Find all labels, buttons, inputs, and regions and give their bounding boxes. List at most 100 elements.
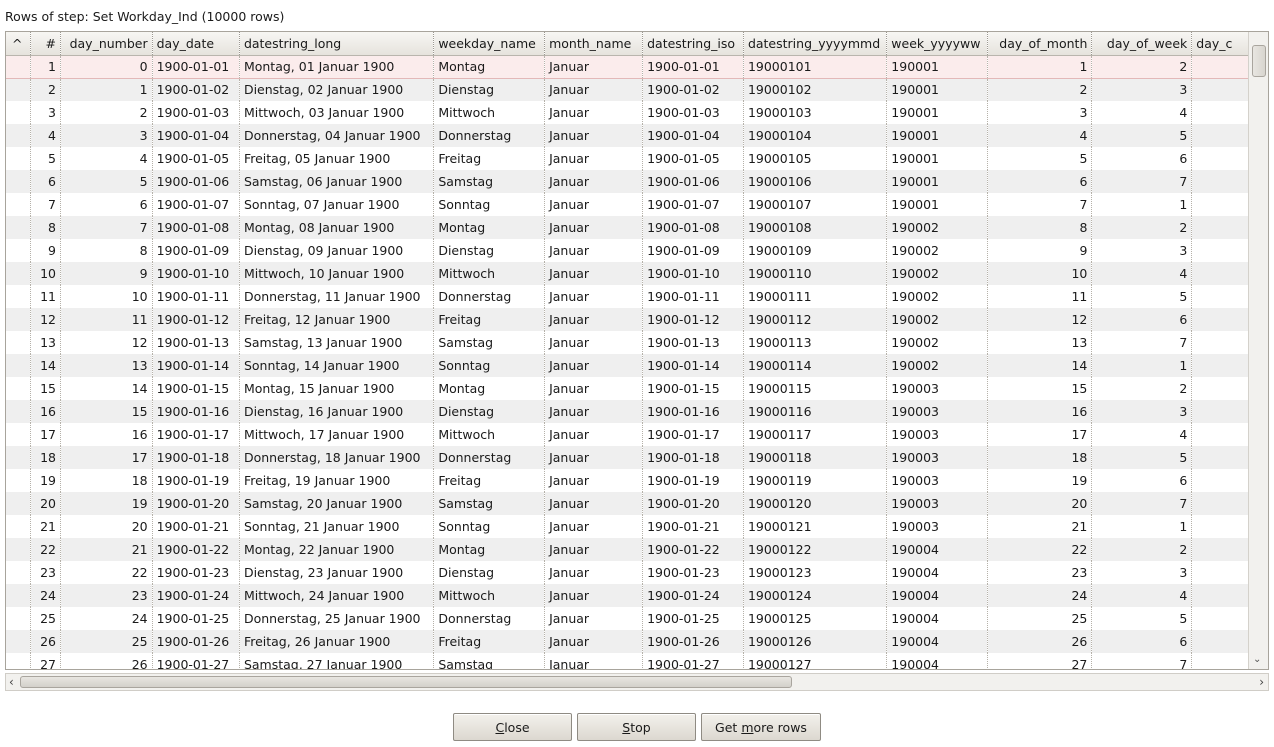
cell-datestring-long[interactable]: Dienstag, 16 Januar 1900 xyxy=(239,400,435,423)
row-gutter[interactable] xyxy=(6,561,32,584)
cell-day-of-month[interactable]: 20 xyxy=(987,492,1093,515)
cell-weekday-name[interactable]: Montag xyxy=(433,377,546,400)
cell-datestring-yyyymmdd[interactable]: 19000125 xyxy=(743,607,888,630)
cell-datestring-long[interactable]: Donnerstag, 11 Januar 1900 xyxy=(239,285,435,308)
cell-datestring-yyyymmdd[interactable]: 19000112 xyxy=(743,308,888,331)
cell-datestring-long[interactable]: Sonntag, 14 Januar 1900 xyxy=(239,354,435,377)
column-header-day-number[interactable]: day_number xyxy=(60,32,153,56)
column-header-day-of-month[interactable]: day_of_month xyxy=(987,32,1093,56)
cell-rownum[interactable]: 18 xyxy=(30,446,61,469)
cell-datestring-iso[interactable]: 1900-01-22 xyxy=(642,538,744,561)
column-header-rownum[interactable]: # xyxy=(30,32,61,56)
cell-datestring-yyyymmdd[interactable]: 19000120 xyxy=(743,492,888,515)
cell-week-yyyyww[interactable]: 190003 xyxy=(886,469,989,492)
cell-day-of-month[interactable]: 9 xyxy=(987,239,1093,262)
cell-day-date[interactable]: 1900-01-26 xyxy=(152,630,240,653)
cell-datestring-yyyymmdd[interactable]: 19000123 xyxy=(743,561,888,584)
cell-month-name[interactable]: Januar xyxy=(544,54,644,79)
cell-day-of-month[interactable]: 5 xyxy=(987,147,1093,170)
cell-datestring-long[interactable]: Montag, 22 Januar 1900 xyxy=(239,538,435,561)
cell-week-yyyyww[interactable]: 190003 xyxy=(886,400,989,423)
cell-day-of-year[interactable] xyxy=(1191,446,1249,469)
table-row[interactable]: 5 4 1900-01-05 Freitag, 05 Januar 1900 Freit… xyxy=(6,147,1249,170)
cell-day-of-week[interactable]: 7 xyxy=(1091,331,1193,354)
cell-datestring-yyyymmdd[interactable]: 19000101 xyxy=(743,54,888,79)
cell-day-of-month[interactable]: 4 xyxy=(987,124,1093,147)
cell-day-of-month[interactable]: 22 xyxy=(987,538,1093,561)
cell-day-of-year[interactable] xyxy=(1191,239,1249,262)
cell-day-date[interactable]: 1900-01-18 xyxy=(152,446,240,469)
row-gutter[interactable] xyxy=(6,400,32,423)
cell-week-yyyyww[interactable]: 190004 xyxy=(886,607,989,630)
cell-rownum[interactable]: 23 xyxy=(30,561,61,584)
chevron-up-icon[interactable]: ^ xyxy=(12,36,22,51)
table-row[interactable]: 8 7 1900-01-08 Montag, 08 Januar 1900 Montag… xyxy=(6,216,1249,239)
cell-day-date[interactable]: 1900-01-27 xyxy=(152,653,240,669)
cell-day-of-week[interactable]: 3 xyxy=(1091,239,1193,262)
cell-day-number[interactable]: 14 xyxy=(60,377,153,400)
get-more-rows-button[interactable]: Get more rows xyxy=(701,713,821,741)
cell-day-of-week[interactable]: 4 xyxy=(1091,584,1193,607)
cell-datestring-long[interactable]: Donnerstag, 18 Januar 1900 xyxy=(239,446,435,469)
cell-week-yyyyww[interactable]: 190004 xyxy=(886,653,989,669)
row-gutter[interactable] xyxy=(6,331,32,354)
cell-weekday-name[interactable]: Montag xyxy=(433,54,546,79)
cell-month-name[interactable]: Januar xyxy=(544,331,644,354)
cell-day-of-month[interactable]: 14 xyxy=(987,354,1093,377)
cell-day-of-month[interactable]: 1 xyxy=(987,54,1093,79)
cell-day-date[interactable]: 1900-01-16 xyxy=(152,400,240,423)
cell-datestring-iso[interactable]: 1900-01-06 xyxy=(642,170,744,193)
cell-datestring-iso[interactable]: 1900-01-23 xyxy=(642,561,744,584)
cell-week-yyyyww[interactable]: 190003 xyxy=(886,423,989,446)
cell-day-of-year[interactable] xyxy=(1191,607,1249,630)
data-grid[interactable]: ^ # day_number day_date datestring_long … xyxy=(5,31,1269,670)
cell-datestring-long[interactable]: Montag, 01 Januar 1900 xyxy=(239,54,435,79)
table-row[interactable]: 11 10 1900-01-11 Donnerstag, 11 Januar 1900… xyxy=(6,285,1249,308)
cell-day-date[interactable]: 1900-01-25 xyxy=(152,607,240,630)
table-row[interactable]: 24 23 1900-01-24 Mittwoch, 24 Januar 1900 Mi… xyxy=(6,584,1249,607)
cell-week-yyyyww[interactable]: 190004 xyxy=(886,561,989,584)
cell-day-of-week[interactable]: 4 xyxy=(1091,423,1193,446)
cell-day-number[interactable]: 23 xyxy=(60,584,153,607)
cell-day-of-month[interactable]: 10 xyxy=(987,262,1093,285)
cell-day-number[interactable]: 24 xyxy=(60,607,153,630)
cell-day-number[interactable]: 5 xyxy=(60,170,153,193)
row-gutter[interactable] xyxy=(6,538,32,561)
cell-rownum[interactable]: 9 xyxy=(30,239,61,262)
cell-day-date[interactable]: 1900-01-14 xyxy=(152,354,240,377)
cell-rownum[interactable]: 27 xyxy=(30,653,61,669)
cell-rownum[interactable]: 1 xyxy=(30,54,61,79)
table-row[interactable]: 14 13 1900-01-14 Sonntag, 14 Januar 1900 Son… xyxy=(6,354,1249,377)
horizontal-scrollbar[interactable]: ‹ › xyxy=(5,673,1269,691)
cell-day-of-month[interactable]: 7 xyxy=(987,193,1093,216)
cell-month-name[interactable]: Januar xyxy=(544,147,644,170)
cell-datestring-yyyymmdd[interactable]: 19000116 xyxy=(743,400,888,423)
cell-day-number[interactable]: 6 xyxy=(60,193,153,216)
cell-datestring-iso[interactable]: 1900-01-27 xyxy=(642,653,744,669)
cell-day-number[interactable]: 4 xyxy=(60,147,153,170)
cell-day-of-month[interactable]: 21 xyxy=(987,515,1093,538)
cell-day-of-year[interactable] xyxy=(1191,147,1249,170)
stop-button[interactable]: Stop xyxy=(577,713,696,741)
cell-datestring-long[interactable]: Donnerstag, 25 Januar 1900 xyxy=(239,607,435,630)
cell-datestring-iso[interactable]: 1900-01-15 xyxy=(642,377,744,400)
cell-day-of-year[interactable] xyxy=(1191,630,1249,653)
row-gutter[interactable] xyxy=(6,377,32,400)
cell-day-of-year[interactable] xyxy=(1191,400,1249,423)
row-gutter[interactable] xyxy=(6,54,32,79)
grid-viewport[interactable]: ^ # day_number day_date datestring_long … xyxy=(6,32,1249,669)
cell-datestring-long[interactable]: Sonntag, 07 Januar 1900 xyxy=(239,193,435,216)
cell-week-yyyyww[interactable]: 190002 xyxy=(886,285,989,308)
cell-rownum[interactable]: 19 xyxy=(30,469,61,492)
cell-datestring-iso[interactable]: 1900-01-20 xyxy=(642,492,744,515)
cell-rownum[interactable]: 4 xyxy=(30,124,61,147)
table-row[interactable]: 25 24 1900-01-25 Donnerstag, 25 Januar 1900… xyxy=(6,607,1249,630)
row-gutter[interactable] xyxy=(6,630,32,653)
cell-week-yyyyww[interactable]: 190001 xyxy=(886,147,989,170)
cell-day-of-month[interactable]: 23 xyxy=(987,561,1093,584)
cell-week-yyyyww[interactable]: 190002 xyxy=(886,262,989,285)
cell-datestring-yyyymmdd[interactable]: 19000106 xyxy=(743,170,888,193)
cell-weekday-name[interactable]: Samstag xyxy=(433,492,546,515)
cell-rownum[interactable]: 17 xyxy=(30,423,61,446)
cell-day-of-week[interactable]: 1 xyxy=(1091,354,1193,377)
